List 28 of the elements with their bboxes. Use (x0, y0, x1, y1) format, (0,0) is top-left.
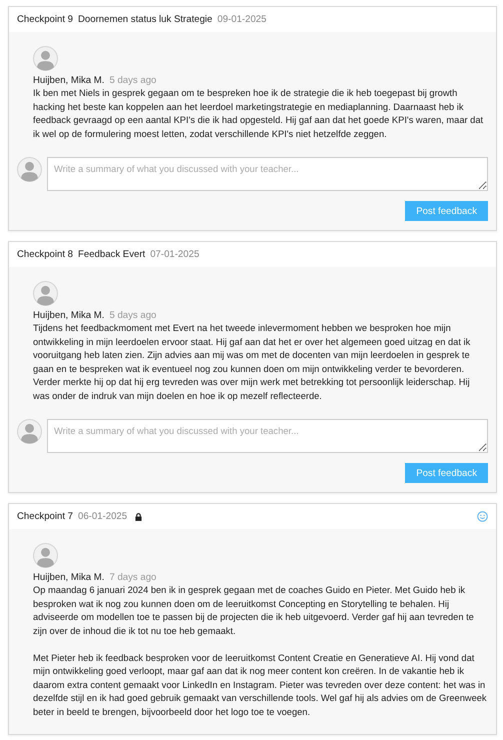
post-feedback-button[interactable]: Post feedback (405, 463, 488, 483)
checkpoint-date: 09-01-2025 (217, 14, 266, 25)
checkpoint-title: Doornemen status luk Strategie (78, 14, 212, 25)
avatar-icon (17, 419, 42, 444)
comment-time: 5 days ago (109, 310, 156, 322)
checkpoint-title: Feedback Evert (78, 249, 146, 260)
post-feedback-button[interactable]: Post feedback (405, 201, 488, 221)
comment-text: Ik ben met Niels in gesprek gegaan om te bespreken hoe ik de strategie die ik heb toegepast bij growth hacking het beste kan koppelen aan het leerdoel marketingstrategie en mediaplanning. Daarnaast heb ik feedback gevraagd op een aantal KPI's die ik had opgesteld. Hij gaf aan dat het goede KPI's waren, maar dat ik wel op de formulering moest letten, zodat verschillende KPI's niet hetzelfde zeggen. (33, 87, 484, 141)
checkpoint-date: 07-01-2025 (150, 249, 200, 260)
avatar-icon (33, 281, 58, 306)
comment-time: 7 days ago (109, 572, 156, 584)
author-name: Huijben, Mika M. (33, 310, 104, 322)
summary-field[interactable]: Write a summary of what you discussed with your teacher... (47, 157, 488, 191)
smiley-icon[interactable] (477, 511, 488, 522)
summary-field[interactable]: Write a summary of what you discussed with your teacher... (47, 419, 488, 453)
avatar-icon (17, 157, 42, 182)
comment-text: Op maandag 6 januari 2024 ben ik in gesprek gegaan met de coaches Guido en Pieter. Met Guido heb ik besproken wat ik nog zou kunnen doen om de leeruitkomst Concepting en Storytelling te behalen. Hij adviseerde om modellen toe te passen bij de projecten die ik heb uitgevoerd. Verder gaf hij aan tevreden te zijn over de inhoud die ik tot nu toe heb gemaakt. (33, 584, 475, 638)
comment-text: Met Pieter heb ik feedback besproken voor de leeruitkomst Content Creatie en Generatieve AI. Hij vond dat mijn ontwikkeling goed verloopt, maar gaf aan dat ik nog meer content kon creëren. In de vakantie heb ik daarom extra content gemaakt voor LinkedIn en Instagram. Pieter was tevreden over deze content: het was in dezelfde stijl en ik had goed gebruik gemaakt van verschillende tools. Wel gaf hij als advies om de Greenweek beter in beeld te brengen, bijvoorbeeld door het logo toe te voegen. (33, 652, 488, 719)
checkpoint-label: Checkpoint 8 (17, 249, 73, 260)
checkpoint-label: Checkpoint 9 (17, 14, 73, 25)
avatar-icon (33, 46, 58, 71)
avatar-icon (33, 543, 58, 568)
checkpoint-label: Checkpoint 7 (17, 511, 73, 522)
author-name: Huijben, Mika M. (33, 572, 104, 584)
comment-text: Tijdens het feedbackmoment met Evert na het tweede inlevermoment hebben we besproken hoe mijn ontwikkeling in mijn leerdoelen ervoor staat. Hij gaf aan dat het er over het algemeen goed uitzag en dat ik vooruitgang heb laten zien. Zijn advies aan mij was om met de docenten van mijn leerdoelen in gesprek te gaan en te bespreken wat ik eventueel nog zou kunnen doen om mijn ontwikkeling verder te bevorderen. Verder merkte hij op dat hij erg tevreden was over mijn werk met betrekking tot persoonlijk leiderschap. Hij was onder de indruk van mijn doelen en hoe ik op mezelf reflecteerde. (33, 322, 472, 403)
author-name: Huijben, Mika M. (33, 75, 104, 87)
checkpoint-date: 06-01-2025 (78, 511, 128, 522)
comment-time: 5 days ago (109, 75, 156, 87)
